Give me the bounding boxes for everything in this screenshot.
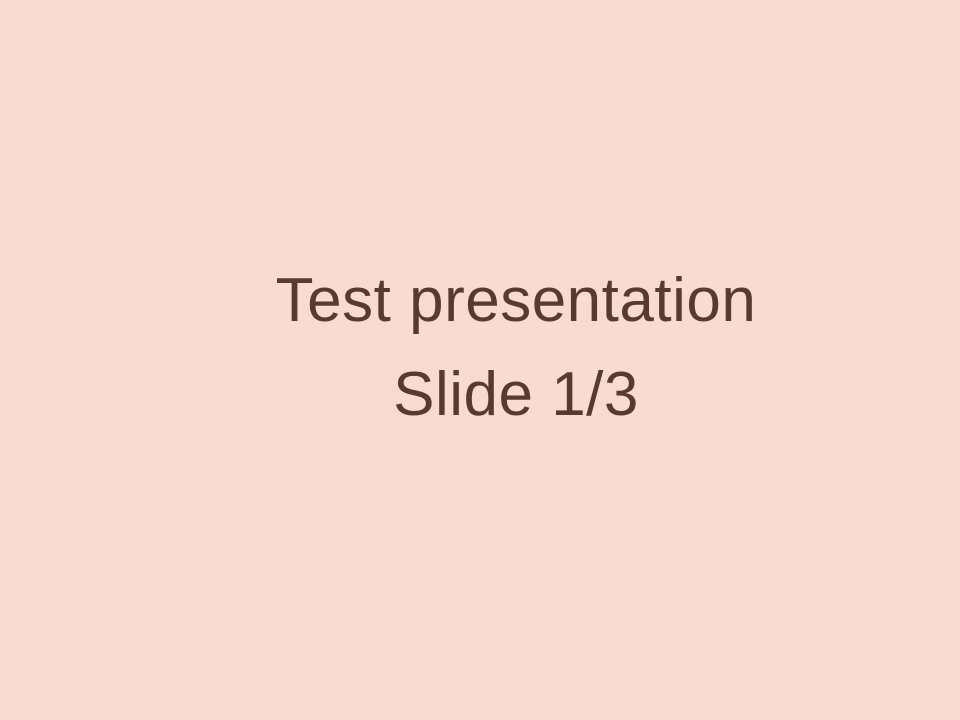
presentation-slide: Test presentation Slide 1/3 <box>0 0 960 720</box>
slide-title-line-2: Slide 1/3 <box>393 360 639 429</box>
slide-title: Test presentation Slide 1/3 <box>216 254 816 442</box>
slide-title-line-1: Test presentation <box>275 266 757 335</box>
